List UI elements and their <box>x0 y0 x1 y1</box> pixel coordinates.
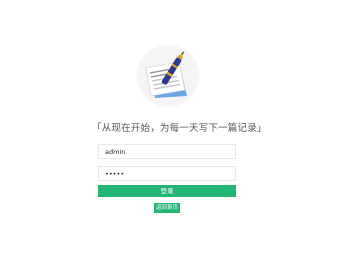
return-home-button[interactable]: 返回首页 <box>154 203 180 213</box>
username-input[interactable] <box>98 144 236 159</box>
login-page: 「从现在开始，为每一天写下一篇记录」 登录 返回首页 <box>0 0 350 280</box>
login-button[interactable]: 登录 <box>98 185 236 197</box>
logo <box>137 46 199 106</box>
notebook-pen-icon <box>145 50 187 98</box>
password-input[interactable] <box>98 166 236 181</box>
slogan-text: 「从现在开始，为每一天写下一篇记录」 <box>92 123 267 134</box>
